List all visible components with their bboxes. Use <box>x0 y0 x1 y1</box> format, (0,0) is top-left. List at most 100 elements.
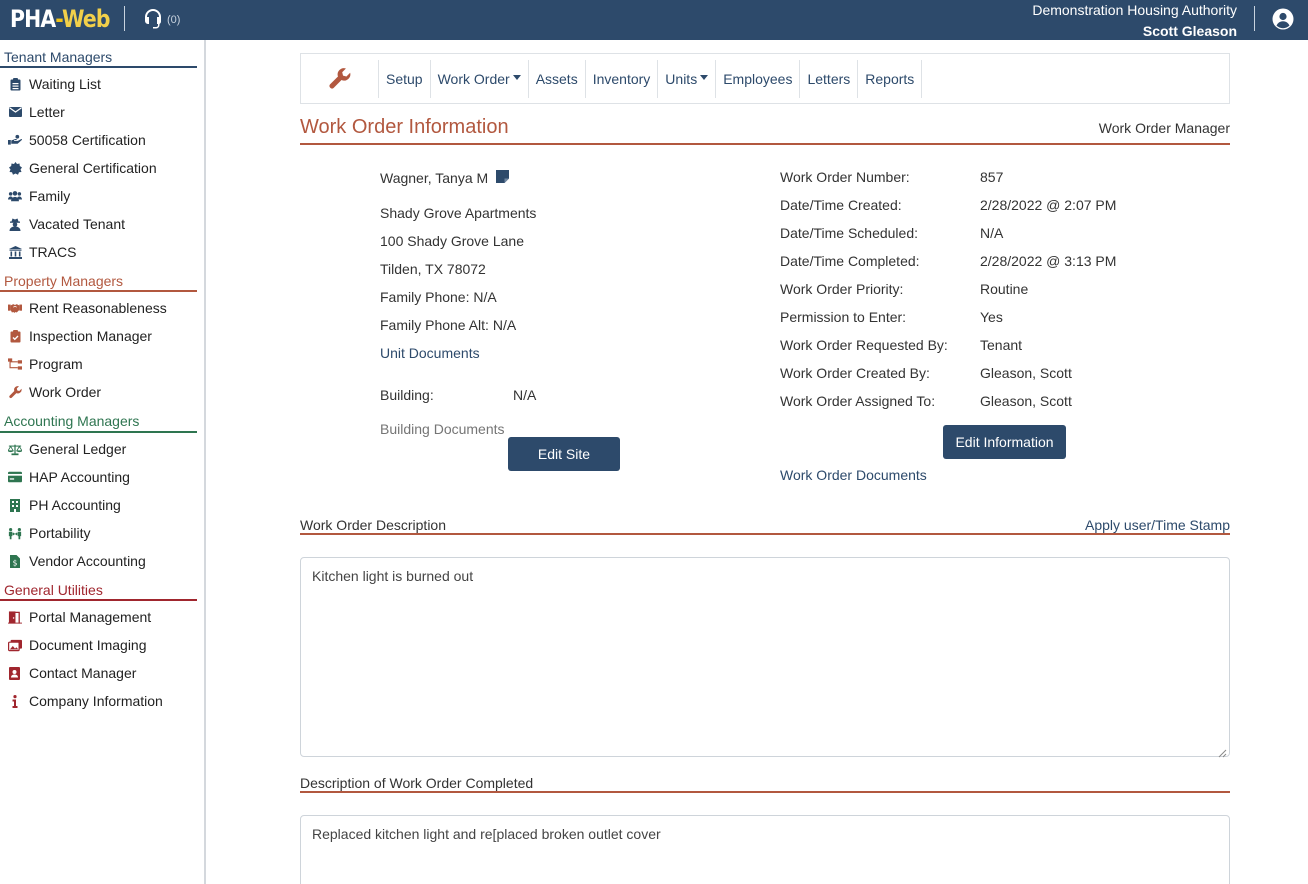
top-divider <box>124 6 125 31</box>
sidebar-item-family[interactable]: Family <box>0 182 204 210</box>
toolbar-reports[interactable]: Reports <box>857 59 923 98</box>
unit-documents-link[interactable]: Unit Documents <box>380 339 740 367</box>
building-icon <box>8 498 22 512</box>
sidebar-item-label: Rent Reasonableness <box>29 300 167 316</box>
field-value: Routine <box>980 281 1029 297</box>
toolbar-employees[interactable]: Employees <box>715 59 799 98</box>
hand-holding-icon <box>8 133 22 147</box>
edit-information-button[interactable]: Edit Information <box>943 425 1066 459</box>
tenant-info: Wagner, Tanya M Shady Grove Apartments 1… <box>380 170 740 443</box>
sidebar-item-waiting-list[interactable]: Waiting List <box>0 70 204 98</box>
sticky-note-icon[interactable] <box>496 170 510 186</box>
date-scheduled-row: Date/Time Scheduled: N/A <box>780 219 1230 247</box>
toolbar-label: Inventory <box>592 70 651 87</box>
top-bar: PHA-Web (0) Demonstration Housing Author… <box>0 0 1308 40</box>
sidebar-item-label: Vendor Accounting <box>29 553 146 569</box>
priority-row: Work Order Priority: Routine <box>780 275 1230 303</box>
field-value: Gleason, Scott <box>980 393 1072 409</box>
description-header: Work Order Description Apply user/Time S… <box>300 516 1230 535</box>
resize-handle-icon[interactable] <box>1218 745 1227 758</box>
sidebar-item-label: Program <box>29 356 83 372</box>
users-icon <box>8 189 22 203</box>
app-logo[interactable]: PHA-Web <box>10 4 110 34</box>
clipboard-list-icon <box>8 77 22 91</box>
sidebar-item-tracs[interactable]: TRACS <box>0 238 204 266</box>
toolbar-units-dropdown[interactable]: Units <box>657 59 715 98</box>
field-value: 2/28/2022 @ 2:07 PM <box>980 197 1117 213</box>
sidebar-item-portal-management[interactable]: Portal Management <box>0 603 204 631</box>
field-label: Date/Time Scheduled: <box>780 225 918 241</box>
date-created-row: Date/Time Created: 2/28/2022 @ 2:07 PM <box>780 191 1230 219</box>
people-arrows-icon <box>8 526 22 540</box>
description-text: Kitchen light is burned out <box>312 568 474 584</box>
work-order-documents-link[interactable]: Work Order Documents <box>780 467 927 483</box>
field-label: Work Order Requested By: <box>780 337 948 353</box>
toolbar-label: Work Order <box>437 70 510 87</box>
user-circle-icon[interactable] <box>1272 8 1294 33</box>
authority-name: Demonstration Housing Authority <box>1032 2 1237 18</box>
toolbar-label: Units <box>665 70 698 87</box>
tenant-name-row: Wagner, Tanya M <box>380 170 740 186</box>
sidebar-item-label: TRACS <box>29 244 77 260</box>
description-textarea[interactable]: Kitchen light is burned out <box>300 557 1230 758</box>
field-value: Yes <box>980 309 1003 325</box>
field-label: Date/Time Completed: <box>780 253 920 269</box>
sidebar-item-general-certification[interactable]: General Certification <box>0 154 204 182</box>
sidebar-item-document-imaging[interactable]: Document Imaging <box>0 631 204 659</box>
logo-text-web: Web <box>61 5 111 33</box>
building-value: N/A <box>513 387 537 403</box>
sidebar-item-label: 50058 Certification <box>29 132 146 148</box>
assigned-to-row: Work Order Assigned To: Gleason, Scott <box>780 387 1230 415</box>
date-completed-row: Date/Time Completed: 2/28/2022 @ 3:13 PM <box>780 247 1230 275</box>
sidebar-item-label: PH Accounting <box>29 497 121 513</box>
wrench-icon <box>8 385 22 399</box>
caret-down-icon <box>700 75 709 80</box>
field-value: 857 <box>980 169 1004 185</box>
edit-site-button[interactable]: Edit Site <box>508 437 620 471</box>
headset-icon <box>141 7 165 32</box>
completed-textarea[interactable]: Replaced kitchen light and re[placed bro… <box>300 815 1230 884</box>
property-name: Shady Grove Apartments <box>380 205 537 221</box>
requested-by-row: Work Order Requested By: Tenant <box>780 331 1230 359</box>
user-name: Scott Gleason <box>1142 23 1237 39</box>
sidebar-item-rent-reasonableness[interactable]: Rent Reasonableness <box>0 294 204 322</box>
support-button[interactable]: (0) <box>141 7 180 32</box>
toolbar-assets[interactable]: Assets <box>527 59 585 98</box>
completed-label: Description of Work Order Completed <box>300 775 534 791</box>
sidebar-item-50058-certification[interactable]: 50058 Certification <box>0 126 204 154</box>
sidebar-item-company-information[interactable]: Company Information <box>0 687 204 715</box>
sidebar-item-label: Family <box>29 188 71 204</box>
toolbar-work-order-dropdown[interactable]: Work Order <box>429 59 528 98</box>
toolbar-inventory[interactable]: Inventory <box>584 59 658 98</box>
toolbar-label: Setup <box>386 70 423 87</box>
images-icon <box>8 638 22 652</box>
sidebar-item-work-order[interactable]: Work Order <box>0 378 204 406</box>
toolbar-setup[interactable]: Setup <box>378 59 430 98</box>
sidebar-item-portability[interactable]: Portability <box>0 519 204 547</box>
apply-time-stamp-link[interactable]: Apply user/Time Stamp <box>1085 517 1230 533</box>
logo-text-main: PHA <box>10 5 56 33</box>
sidebar-item-program[interactable]: Program <box>0 350 204 378</box>
sidebar-item-letter[interactable]: Letter <box>0 98 204 126</box>
sidebar-item-ph-accounting[interactable]: PH Accounting <box>0 491 204 519</box>
field-label: Work Order Created By: <box>780 365 930 381</box>
sidebar-section-accounting: Accounting Managers <box>0 406 204 433</box>
toolbar-label: Letters <box>807 70 851 87</box>
toolbar-letters[interactable]: Letters <box>799 59 857 98</box>
sidebar-item-general-ledger[interactable]: General Ledger <box>0 435 204 463</box>
sidebar-item-hap-accounting[interactable]: HAP Accounting <box>0 463 204 491</box>
sidebar-item-vacated-tenant[interactable]: Vacated Tenant <box>0 210 204 238</box>
toolbar-label: Employees <box>723 70 793 87</box>
sidebar-item-vendor-accounting[interactable]: $ Vendor Accounting <box>0 547 204 575</box>
address-line-2: Tilden, TX 78072 <box>380 261 486 277</box>
section-title: Tenant Managers <box>4 49 113 65</box>
family-phone-alt: Family Phone Alt: N/A <box>380 317 517 333</box>
sidebar-item-contact-manager[interactable]: Contact Manager <box>0 659 204 687</box>
caret-down-icon <box>512 75 521 80</box>
door-open-icon <box>8 610 22 624</box>
envelope-icon <box>8 105 22 119</box>
sidebar-item-label: General Certification <box>29 160 157 176</box>
top-divider-right <box>1254 6 1255 31</box>
sidebar-item-label: Vacated Tenant <box>29 216 126 232</box>
sidebar-item-inspection-manager[interactable]: Inspection Manager <box>0 322 204 350</box>
